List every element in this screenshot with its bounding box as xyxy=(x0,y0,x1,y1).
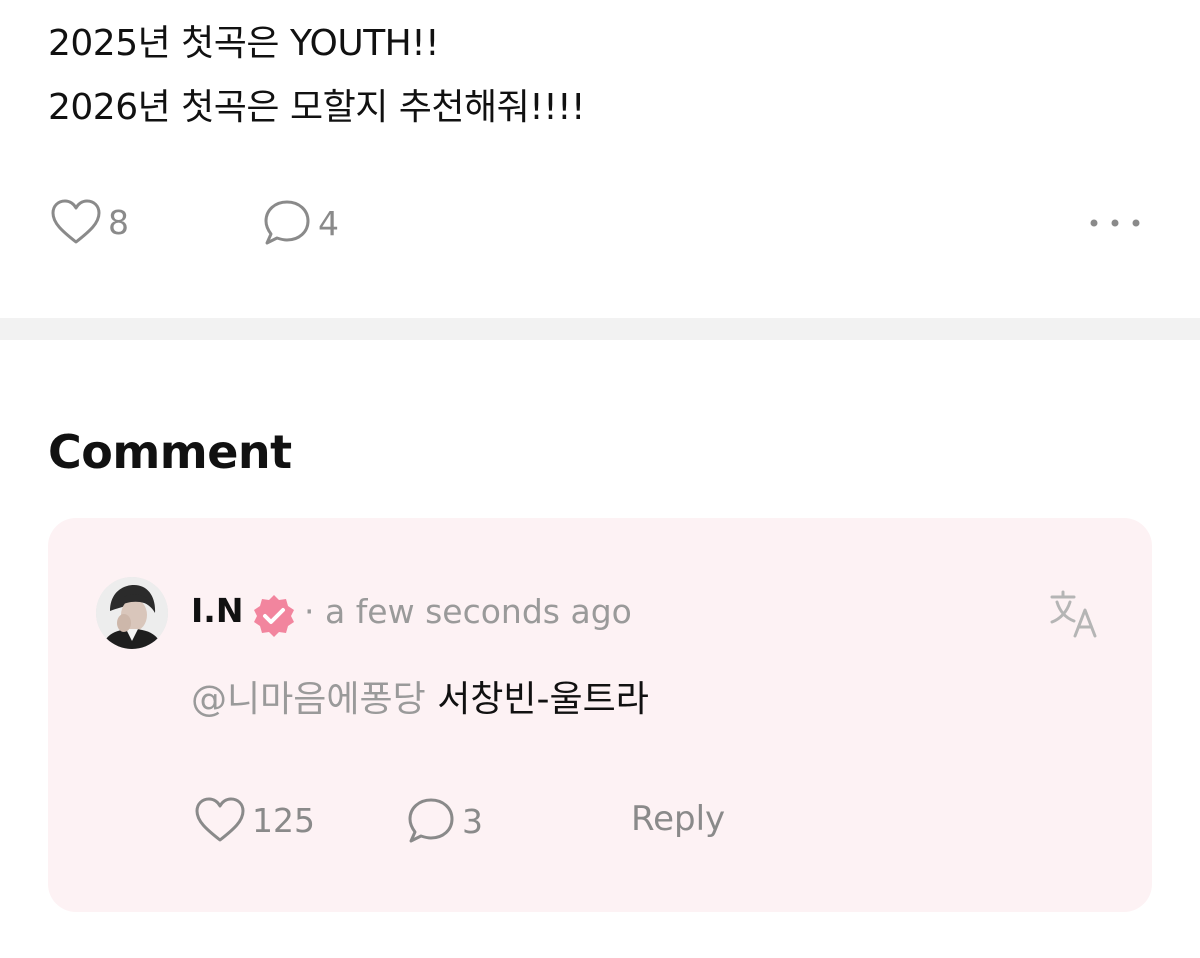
comment-like-button[interactable]: 125 xyxy=(194,796,315,844)
comments-section: Comment I.N · a few seconds ago @니마음에퐁당 … xyxy=(0,340,1200,958)
comments-title: Comment xyxy=(48,425,292,479)
translate-icon xyxy=(1050,590,1097,638)
more-options-button[interactable] xyxy=(1086,212,1144,234)
section-divider xyxy=(0,318,1200,340)
verified-badge-icon xyxy=(254,595,294,637)
avatar[interactable] xyxy=(96,577,168,649)
post-text-line-1: 2025년 첫곡은 YOUTH!! xyxy=(48,23,440,64)
comment-card: I.N · a few seconds ago @니마음에퐁당 서창빈-울트라 xyxy=(48,518,1152,912)
translate-button[interactable] xyxy=(1048,588,1100,640)
comment-author[interactable]: I.N xyxy=(191,591,243,631)
comment-body: @니마음에퐁당 서창빈-울트라 xyxy=(191,678,649,722)
comment-timestamp: · a few seconds ago xyxy=(304,592,632,631)
reply-button[interactable]: Reply xyxy=(631,798,725,840)
comment-like-count: 125 xyxy=(252,800,315,840)
heart-icon xyxy=(195,797,245,842)
post-comment-count: 4 xyxy=(318,203,339,243)
comment-mention[interactable]: @니마음에퐁당 xyxy=(191,679,426,720)
heart-icon xyxy=(51,199,101,244)
post-like-button[interactable]: 8 xyxy=(50,198,129,246)
post: 2025년 첫곡은 YOUTH!! 2026년 첫곡은 모할지 추천해줘!!!!… xyxy=(0,0,1200,318)
comment-reply-count: 3 xyxy=(462,801,483,841)
more-dots-icon xyxy=(1090,219,1140,227)
comment-reply-count-button[interactable]: 3 xyxy=(406,796,483,846)
post-like-count: 8 xyxy=(108,202,129,242)
speech-bubble-icon xyxy=(264,200,310,245)
post-text-line-2: 2026년 첫곡은 모할지 추천해줘!!!! xyxy=(48,87,586,128)
post-comment-button[interactable]: 4 xyxy=(262,198,339,248)
comment-text: 서창빈-울트라 xyxy=(437,679,649,720)
speech-bubble-icon xyxy=(408,798,454,843)
avatar-photo xyxy=(96,577,168,649)
